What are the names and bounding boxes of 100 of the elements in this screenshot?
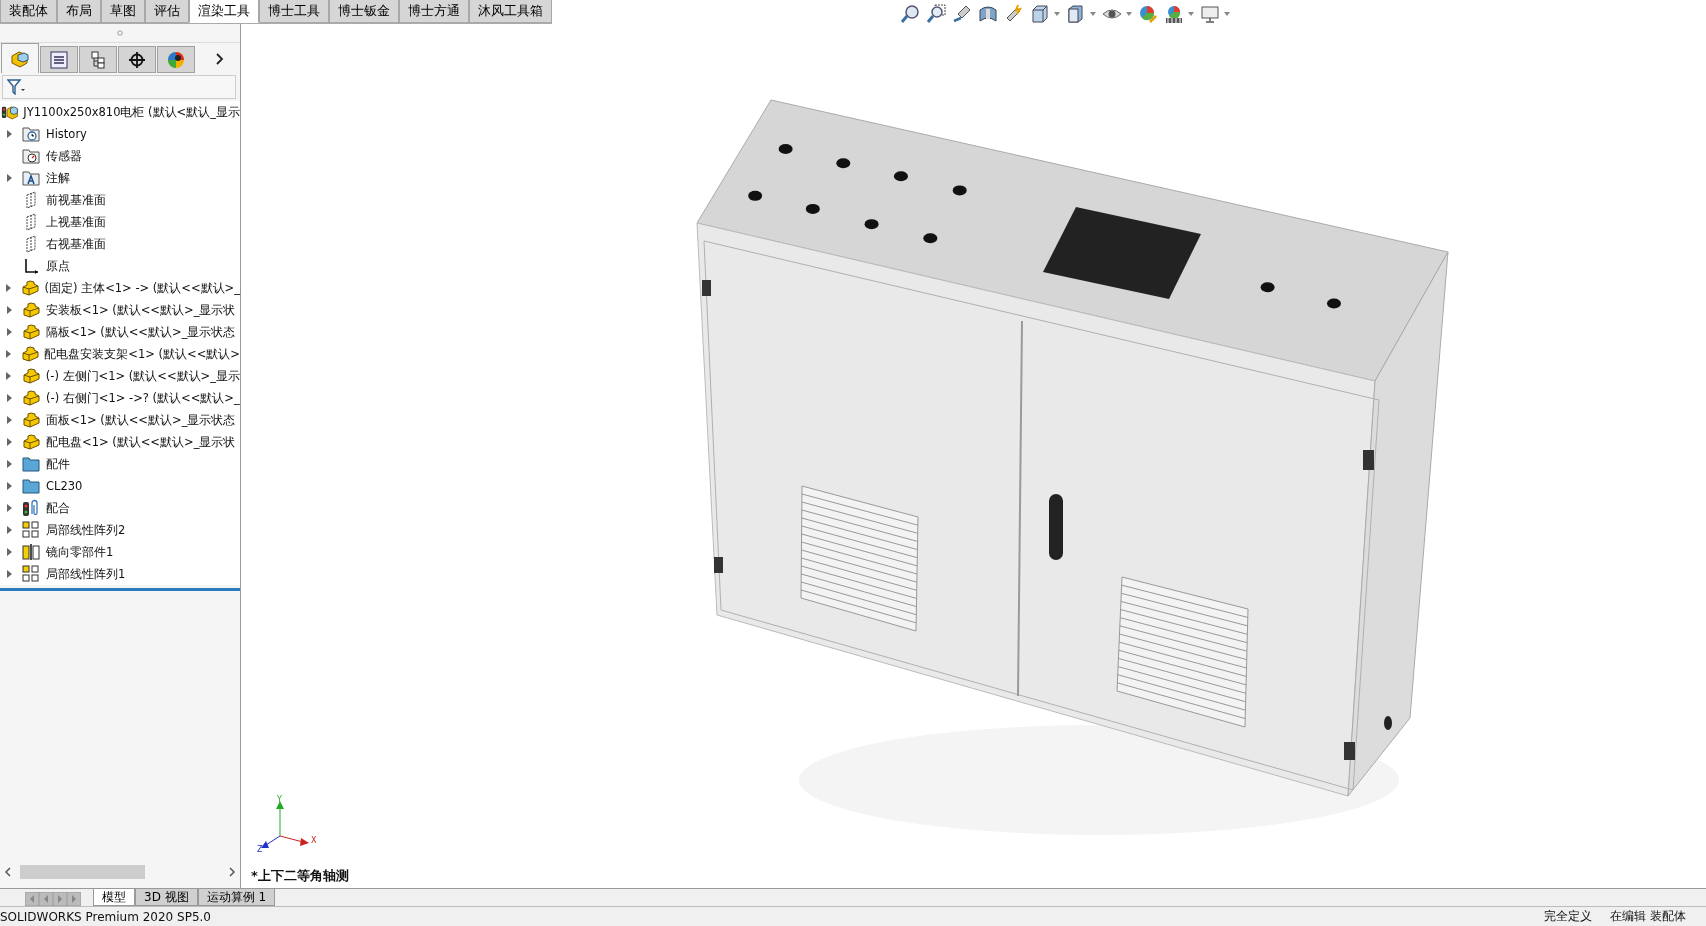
part-icon — [20, 346, 39, 362]
pattern-icon — [22, 521, 40, 539]
expand-arrow-icon[interactable] — [6, 284, 12, 292]
part-icon — [21, 368, 40, 384]
tree-item[interactable]: (-) 右侧门<1> ->? (默认<<默认>_ — [0, 387, 240, 409]
expand-arrow-icon[interactable] — [6, 174, 12, 182]
tree-item[interactable]: 右视基准面 — [0, 233, 240, 255]
caret-icon[interactable] — [1126, 12, 1132, 16]
tree-item[interactable]: 配件 — [0, 453, 240, 475]
axis-label: Z — [257, 845, 263, 854]
tree-item[interactable]: 镜向零部件1 — [0, 541, 240, 563]
sensor-folder-icon — [22, 148, 40, 164]
panel-tab[interactable] — [79, 46, 117, 73]
folder-icon — [22, 456, 40, 472]
mates-icon — [22, 499, 40, 517]
bottom-tab[interactable]: 3D 视图 — [135, 889, 198, 906]
filter-field[interactable] — [2, 75, 236, 99]
color-ball-icon — [167, 50, 185, 69]
caret-icon[interactable] — [1188, 12, 1194, 16]
tree-item[interactable]: 上视基准面 — [0, 211, 240, 233]
part-icon — [22, 434, 40, 450]
tree-item[interactable]: JY1100x250x810电柜 (默认<默认_显示 — [0, 101, 240, 123]
tree-item[interactable]: 安装板<1> (默认<<默认>_显示状 — [0, 299, 240, 321]
tree-item[interactable]: 隔板<1> (默认<<默认>_显示状态 — [0, 321, 240, 343]
expand-arrow-icon[interactable] — [6, 504, 12, 512]
mirror-icon — [22, 543, 40, 561]
tree-item[interactable]: 注解 — [0, 167, 240, 189]
tree-item[interactable]: 传感器 — [0, 145, 240, 167]
zoom-to-fit-icon[interactable] — [900, 4, 920, 24]
part-icon — [20, 280, 39, 296]
expand-arrow-icon[interactable] — [6, 394, 12, 402]
chevron-right-icon[interactable] — [216, 53, 224, 65]
annotation-wand-icon[interactable] — [1004, 4, 1024, 24]
panel-tab[interactable] — [157, 46, 195, 73]
expand-arrow-icon[interactable] — [6, 460, 12, 468]
bottom-tab[interactable]: 模型 — [93, 889, 135, 906]
tree-item[interactable]: CL230 — [0, 475, 240, 497]
expand-arrow-icon[interactable] — [6, 416, 12, 424]
expand-arrow-icon[interactable] — [6, 306, 12, 314]
scroll-right-icon[interactable] — [228, 867, 236, 877]
part-icon — [22, 302, 40, 318]
list-icon — [50, 50, 68, 69]
scrollbar-thumb[interactable] — [20, 865, 145, 879]
expand-arrow-icon[interactable] — [6, 328, 12, 336]
tree-item[interactable]: 配合 — [0, 497, 240, 519]
panel-tab[interactable] — [118, 46, 156, 73]
folder-icon — [22, 478, 40, 494]
view-orientation-label: *上下二等角轴测 — [251, 867, 349, 885]
command-tab[interactable]: 布局 — [57, 0, 101, 23]
configuration-icon — [89, 50, 107, 69]
caret-icon[interactable] — [1054, 12, 1060, 16]
tree-item[interactable]: 面板<1> (默认<<默认>_显示状态 — [0, 409, 240, 431]
command-tab[interactable]: 博士方通 — [399, 0, 469, 23]
monitor-icon[interactable] — [1200, 4, 1220, 24]
grip-icon[interactable] — [117, 30, 123, 36]
expand-arrow-icon[interactable] — [6, 350, 12, 358]
expand-arrow-icon[interactable] — [6, 482, 12, 490]
scene-icon[interactable] — [1164, 4, 1184, 24]
view-orientation-icon[interactable] — [1030, 4, 1050, 24]
command-tab[interactable]: 沐风工具箱 — [469, 0, 552, 23]
assembly-icon — [10, 49, 30, 68]
command-tab[interactable]: 渲染工具 — [189, 0, 259, 23]
command-tab[interactable]: 草图 — [101, 0, 145, 23]
plane-icon — [24, 191, 38, 209]
bottom-tab[interactable]: 运动算例 1 — [197, 889, 276, 906]
command-tab[interactable]: 博士工具 — [259, 0, 329, 23]
axis-label: X — [311, 836, 317, 845]
tree-item[interactable]: 局部线性阵列1 — [0, 563, 240, 585]
flashlight-icon[interactable] — [952, 4, 972, 24]
plane-icon — [24, 213, 38, 231]
definition-status: 完全定义 — [1544, 908, 1593, 925]
expand-arrow-icon[interactable] — [6, 526, 12, 534]
display-style-icon[interactable] — [1066, 4, 1086, 24]
part-icon — [22, 412, 40, 428]
tree-item[interactable]: (-) 左侧门<1> (默认<<默认>_显示 — [0, 365, 240, 387]
command-tab[interactable]: 博士钣金 — [329, 0, 399, 23]
expand-arrow-icon[interactable] — [6, 548, 12, 556]
tree-item[interactable]: 前视基准面 — [0, 189, 240, 211]
tree-item[interactable]: History — [0, 123, 240, 145]
section-view-icon[interactable] — [978, 4, 998, 24]
crosshair-icon — [128, 50, 146, 69]
axis-z-arrow — [261, 835, 281, 848]
expand-arrow-icon[interactable] — [6, 372, 12, 380]
expand-arrow-icon[interactable] — [6, 130, 12, 138]
origin-icon — [23, 258, 39, 274]
caret-icon[interactable] — [1224, 12, 1230, 16]
expand-arrow-icon[interactable] — [6, 438, 12, 446]
tree-item[interactable]: 配电盘安装支架<1> (默认<<默认> — [0, 343, 240, 365]
zoom-area-icon[interactable] — [926, 4, 946, 24]
caret-icon[interactable] — [1090, 12, 1096, 16]
plane-icon — [24, 235, 38, 253]
tree-item[interactable]: 原点 — [0, 255, 240, 277]
tree-item[interactable]: (固定) 主体<1> -> (默认<<默认>_ — [0, 277, 240, 299]
tree-item[interactable]: 局部线性阵列2 — [0, 519, 240, 541]
appearance-edit-icon[interactable] — [1138, 4, 1158, 24]
scroll-left-icon[interactable] — [4, 867, 12, 877]
expand-arrow-icon[interactable] — [6, 570, 12, 578]
tree-item[interactable]: 配电盘<1> (默认<<默认>_显示状 — [0, 431, 240, 453]
command-tab[interactable]: 装配体 — [0, 0, 57, 23]
command-tab[interactable]: 评估 — [145, 0, 189, 23]
